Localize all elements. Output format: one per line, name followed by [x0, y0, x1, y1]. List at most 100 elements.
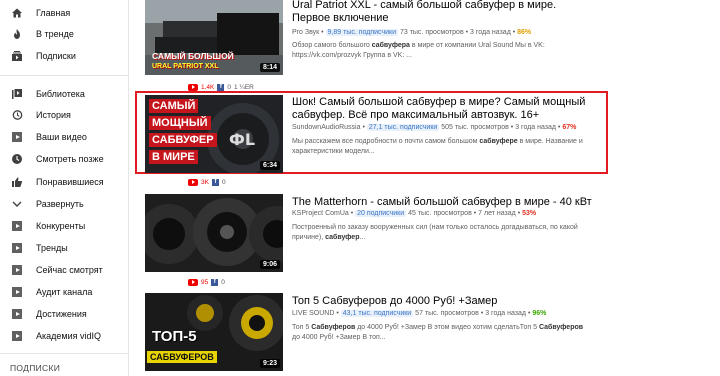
upload-age: 3 года назад — [470, 29, 511, 36]
youtube-icon — [188, 83, 198, 91]
view-count: 57 тыс. просмотров — [415, 310, 479, 317]
sidebar-item-subscriptions[interactable]: Подписки — [0, 46, 128, 66]
channel-name[interactable]: Pro Звук — [292, 29, 319, 36]
sidebar-item-history[interactable]: История — [0, 105, 128, 125]
sidebar-item-competitors[interactable]: Конкуренты — [0, 216, 128, 236]
play-square-icon — [11, 286, 23, 298]
facebook-icon: f — [211, 178, 219, 186]
video-description: Построенный по заказу вооруженных сил (н… — [292, 224, 578, 241]
view-count: 73 тыс. просмотров — [399, 29, 464, 36]
sidebar-item-label: Тренды — [36, 243, 68, 253]
video-description: Обзор самого большого сабвуфера в мире о… — [292, 42, 545, 59]
score-percent: 67% — [562, 124, 577, 131]
sidebar-item-liked[interactable]: Понравившиеся — [0, 172, 128, 192]
thumbnail-caption: САБВУФЕР — [149, 133, 217, 147]
engagement-extra: 1 ¼ER — [234, 83, 254, 91]
sidebar-item-label: Конкуренты — [36, 221, 86, 231]
sidebar-item-now-watching[interactable]: Сейчас смотрят — [0, 260, 128, 280]
video-stats: 95 f 0 — [188, 277, 225, 287]
sidebar-item-trends[interactable]: Тренды — [0, 238, 128, 258]
subscriber-count: 27,1 тыс. подписчики — [366, 124, 440, 131]
subscriptions-icon — [11, 50, 23, 62]
subscriber-count: 20 подписчики — [355, 210, 407, 217]
thumbnail-caption: ТОП-5 — [152, 328, 197, 345]
video-thumbnail[interactable]: ФL САМЫЙ МОЩНЫЙ САБВУФЕР В МИРЕ 6:34 — [145, 95, 283, 173]
subscriptions-heading: ПОДПИСКИ — [10, 363, 61, 373]
sidebar-item-label: В тренде — [36, 29, 74, 39]
library-icon — [11, 88, 23, 100]
youtube-icon — [188, 278, 198, 286]
sidebar-item-trending[interactable]: В тренде — [0, 24, 128, 44]
video-title[interactable]: Ural Patriot XXL - самый большой сабвуфе… — [292, 0, 592, 25]
sidebar-item-label: Библиотека — [36, 89, 85, 99]
play-square-icon — [11, 220, 23, 232]
video-duration: 9:23 — [259, 359, 280, 368]
fire-icon — [11, 28, 23, 40]
svg-text:ФL: ФL — [229, 130, 255, 149]
thumbnail-caption: САБВУФЕРОВ — [147, 351, 217, 363]
video-thumbnail[interactable]: 9:06 — [145, 194, 283, 272]
video-duration: 8:14 — [259, 63, 280, 72]
sidebar-item-vidiq-academy[interactable]: Академия vidIQ — [0, 326, 128, 346]
thumbs-up-icon — [11, 176, 23, 188]
search-results: САМЫЙ БОЛЬШОЙ URAL PATRIOT XXL 8:14 Ural… — [129, 0, 720, 376]
video-title[interactable]: Шок! Самый большой сабвуфер в мире? Самы… — [292, 96, 592, 122]
history-icon — [11, 109, 23, 121]
facebook-count: 0 — [221, 178, 226, 186]
channel-name[interactable]: SundownAudioRussia — [292, 124, 361, 131]
play-square-icon — [11, 308, 23, 320]
video-duration: 9:06 — [259, 260, 280, 269]
play-square-icon — [11, 330, 23, 342]
sidebar-item-achievements[interactable]: Достижения — [0, 304, 128, 324]
subscriber-count: 9,89 тыс. подписчики — [325, 29, 399, 36]
video-meta: Pro Звук • 9,89 тыс. подписчики 73 тыс. … — [292, 29, 532, 36]
sidebar-item-home[interactable]: Главная — [0, 3, 128, 23]
sidebar-divider — [0, 353, 128, 354]
facebook-count: 0 — [221, 278, 225, 286]
sidebar-item-your-videos[interactable]: Ваши видео — [0, 127, 128, 147]
channel-name[interactable]: LIVE SOUND — [292, 310, 334, 317]
facebook-icon: f — [217, 83, 225, 91]
thumbnail-caption: В МИРЕ — [149, 150, 198, 164]
play-square-icon — [11, 264, 23, 276]
sidebar-item-channel-audit[interactable]: Аудит канала — [0, 282, 128, 302]
thumbnail-caption: МОЩНЫЙ — [149, 116, 211, 130]
your-videos-icon — [11, 131, 23, 143]
sidebar-item-label: Подписки — [36, 51, 76, 61]
facebook-icon: f — [211, 278, 219, 286]
home-icon — [11, 7, 23, 19]
score-percent: 53% — [522, 210, 537, 217]
sidebar-item-label: Академия vidIQ — [36, 331, 101, 341]
chevron-down-icon — [11, 198, 23, 210]
sidebar-item-label: Главная — [36, 8, 71, 18]
video-title[interactable]: The Matterhorn - самый большой сабвуфер … — [292, 196, 592, 209]
score-percent: 86% — [517, 29, 532, 36]
sidebar: Главная В тренде Подписки Библиотека Ист… — [0, 0, 129, 376]
sidebar-item-label: Аудит канала — [36, 287, 93, 297]
sidebar-divider — [0, 75, 128, 76]
sidebar-item-watch-later[interactable]: Смотреть позже — [0, 149, 128, 169]
facebook-count: 0 — [227, 83, 231, 91]
sidebar-item-library[interactable]: Библиотека — [0, 84, 128, 104]
video-thumbnail[interactable]: САМЫЙ БОЛЬШОЙ URAL PATRIOT XXL 8:14 — [145, 0, 283, 75]
upload-age: 7 лет назад — [478, 210, 516, 217]
channel-name[interactable]: KSProject ComUa — [292, 210, 349, 217]
sidebar-item-label: Развернуть — [36, 199, 84, 209]
thumbnail-caption: URAL PATRIOT XXL — [152, 63, 219, 70]
video-description: Топ 5 Сабвуферов до 4000 Руб! +Замер В э… — [292, 324, 584, 341]
sidebar-item-label: Понравившиеся — [36, 177, 104, 187]
play-square-icon — [11, 242, 23, 254]
sidebar-item-label: Смотреть позже — [36, 154, 104, 164]
video-title[interactable]: Топ 5 Сабвуферов до 4000 Руб! +Замер — [292, 295, 592, 308]
score-percent: 96% — [532, 310, 547, 317]
sidebar-item-label: Ваши видео — [36, 132, 87, 142]
sidebar-item-expand[interactable]: Развернуть — [0, 194, 128, 214]
video-thumbnail[interactable]: ТОП-5 САБВУФЕРОВ 9:23 — [145, 293, 283, 371]
video-meta: KSProject ComUa • 20 подписчики 45 тыс. … — [292, 210, 537, 217]
thumbnail-caption: САМЫЙ — [149, 99, 199, 113]
video-meta: SundownAudioRussia • 27,1 тыс. подписчик… — [292, 124, 577, 131]
video-description: Мы расскажем все подробности о почти сам… — [292, 138, 583, 155]
video-meta: LIVE SOUND • 43,1 тыс. подписчики 57 тыс… — [292, 310, 547, 317]
video-duration: 6:34 — [259, 161, 280, 170]
upload-age: 3 года назад — [485, 310, 526, 317]
